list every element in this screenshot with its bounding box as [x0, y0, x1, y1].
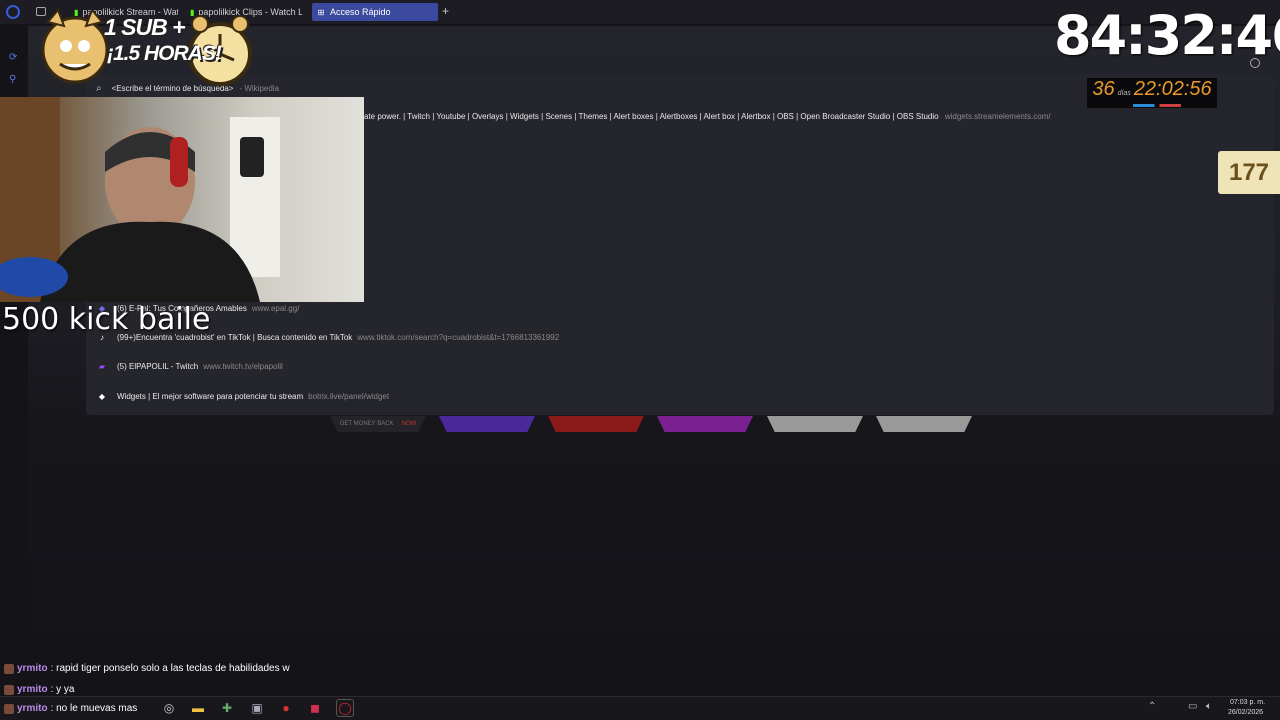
grid-icon: ⊞: [317, 7, 325, 17]
subathon-timer: 84:32:46: [1054, 4, 1280, 67]
tab-label: Acceso Rápido: [330, 7, 391, 17]
avatar: [4, 703, 14, 714]
suggestion-title: (5) ElPAPOLIL - Twitch: [117, 361, 199, 371]
follower-counter: 177: [1218, 151, 1280, 194]
file-explorer-icon[interactable]: ▬: [189, 699, 207, 717]
steam-icon[interactable]: ◎: [160, 699, 178, 717]
app-red-icon[interactable]: ●: [277, 699, 295, 717]
bookmark-suggestion[interactable]: ate power. | Twitch | Youtube | Overlays…: [364, 112, 1051, 121]
chat-message: yrmito : no le muevas mas: [4, 703, 137, 714]
banner-text-sub: 1 SUB +: [104, 14, 186, 40]
bookmark-url: widgets.streamelements.com/: [944, 112, 1051, 121]
suggestion-url: botrix.live/panel/widget: [308, 391, 390, 401]
countdown-days-label: días: [1117, 90, 1131, 97]
chat-message: yrmito : y ya: [4, 684, 74, 695]
avatar: [4, 663, 14, 674]
webcam-feed: [0, 97, 364, 302]
history-icon[interactable]: ⟳: [9, 52, 21, 64]
app-pink-icon[interactable]: ◼: [306, 699, 324, 717]
countdown-days: 36: [1092, 78, 1115, 100]
chat-username: yrmito: [17, 703, 48, 714]
opera-logo-icon[interactable]: [6, 5, 20, 19]
chat-text: : y ya: [50, 684, 75, 695]
volume-icon[interactable]: 🔈︎: [1206, 701, 1212, 712]
speed-dial-tile[interactable]: [548, 416, 644, 432]
countdown-accent-bars: [1133, 104, 1181, 107]
speed-dial-tile[interactable]: [876, 416, 972, 432]
avatar: [4, 684, 14, 695]
chat-message: yrmito : rapid tiger ponselo solo a las …: [4, 663, 290, 674]
suggestion-url: www.tiktok.com/search?q=cuadrobist&t=176…: [357, 332, 560, 342]
app-icon[interactable]: ▣: [248, 699, 266, 717]
tab-acceso-rapido[interactable]: ⊞ Acceso Rápido: [312, 3, 438, 21]
speed-dial-tile-money[interactable]: GET MONEY BACK NOW: [330, 416, 426, 432]
suggestion-item[interactable]: ▰ (5) ElPAPOLIL - Twitch www.twitch.tv/e…: [96, 359, 283, 373]
countdown-time: 22:02:56: [1133, 78, 1212, 100]
tile-label: GET MONEY BACK: [339, 421, 394, 427]
new-tab-button[interactable]: +: [442, 4, 449, 18]
suggestion-title: Widgets | El mejor software para potenci…: [117, 391, 304, 401]
gamepad-icon[interactable]: ✚: [218, 699, 236, 717]
chat-username: yrmito: [17, 684, 48, 695]
suggestion-item[interactable]: ◆ Widgets | El mejor software para poten…: [96, 389, 389, 403]
suggestion-url: www.epal.gg/: [251, 303, 300, 313]
speed-dial-tile[interactable]: [439, 416, 535, 432]
botrix-icon: ◆: [98, 391, 106, 401]
speed-dial-tile[interactable]: [767, 416, 863, 432]
tile-badge: NOW: [401, 421, 417, 427]
taskbar-time[interactable]: 07:03 p. m.: [1230, 699, 1265, 706]
settings-icon[interactable]: [1250, 58, 1260, 68]
chat-username: yrmito: [17, 663, 48, 674]
banner-text-hours: ¡1.5 HORAS!: [107, 42, 222, 65]
chat-text: : rapid tiger ponselo solo a las teclas …: [50, 663, 290, 674]
network-icon[interactable]: ▭: [1188, 701, 1197, 712]
bookmark-title: ate power. | Twitch | Youtube | Overlays…: [364, 112, 939, 121]
suggestion-url: www.twitch.tv/elpapolil: [203, 361, 283, 371]
kick-goal-text: 500 kick baile: [2, 302, 211, 337]
speed-dial-tile[interactable]: [657, 416, 753, 432]
taskbar-date[interactable]: 26/02/2026: [1228, 709, 1263, 716]
tray-chevron-icon[interactable]: ⌃: [1148, 701, 1156, 712]
opera-taskbar-icon[interactable]: ◯: [336, 699, 354, 717]
webcam-image: [0, 97, 280, 302]
twitch-icon: ▰: [98, 361, 106, 371]
chat-text: : no le muevas mas: [50, 703, 138, 714]
bookmark-icon[interactable]: ⚲: [9, 74, 21, 86]
